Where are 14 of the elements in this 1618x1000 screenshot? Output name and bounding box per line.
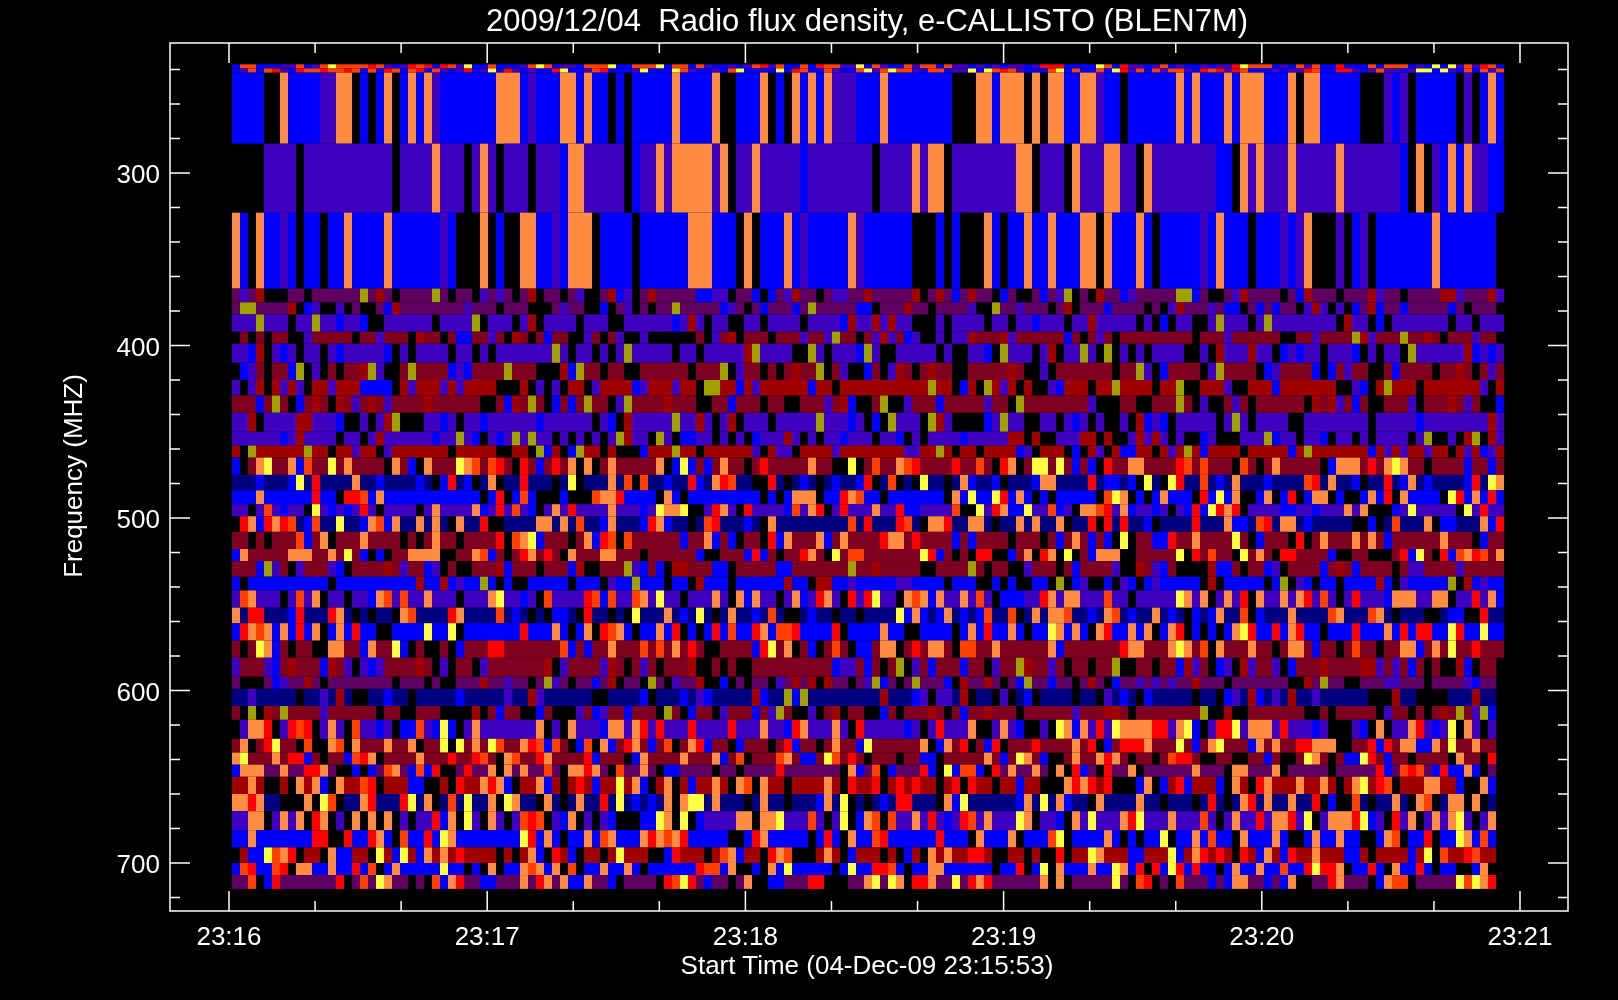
y-tick-label: 400 xyxy=(116,331,160,362)
x-tick-label: 23:21 xyxy=(1487,921,1553,951)
y-tick-label: 700 xyxy=(116,849,160,879)
y-tick-label: 300 xyxy=(116,159,160,189)
x-tick-label: 23:19 xyxy=(971,921,1037,951)
y-tick-label: 500 xyxy=(116,504,160,534)
y-axis-label: Frequency (MHZ) xyxy=(58,374,88,578)
x-tick-label: 23:20 xyxy=(1229,921,1295,951)
x-axis-label: Start Time (04-Dec-09 23:15:53) xyxy=(680,950,1054,980)
x-tick-label: 23:18 xyxy=(712,921,778,951)
x-tick-label: 23:17 xyxy=(454,921,520,951)
y-tick-label: 600 xyxy=(116,676,160,707)
x-tick-label: 23:16 xyxy=(196,921,262,951)
chart-title: 2009/12/04 Radio flux density, e-CALLISTO (BLEN7M) xyxy=(485,3,1249,38)
